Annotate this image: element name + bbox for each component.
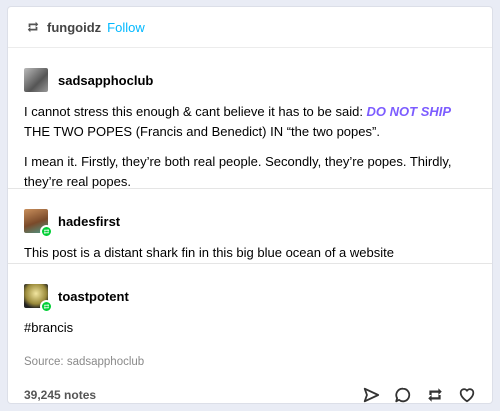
follow-button[interactable]: Follow xyxy=(107,20,145,35)
avatar[interactable] xyxy=(24,284,53,313)
like-icon[interactable] xyxy=(458,386,476,403)
reblog-action-icon[interactable] xyxy=(426,386,444,403)
reblog-entry: sadsapphoclub I cannot stress this enoug… xyxy=(8,48,492,189)
entry-text: I cannot stress this enough & cant belie… xyxy=(24,102,476,142)
reblog-badge-icon xyxy=(40,300,53,313)
share-icon[interactable] xyxy=(362,386,380,403)
action-bar xyxy=(362,386,476,403)
entry-username[interactable]: sadsapphoclub xyxy=(58,73,153,88)
source-link[interactable]: Source: sadsapphoclub xyxy=(24,356,476,368)
post-footer: 39,245 notes xyxy=(24,386,476,403)
header-username[interactable]: fungoidz xyxy=(47,20,101,35)
reblog-entry: toastpotent #brancis Source: sadsapphocl… xyxy=(8,264,492,403)
text-segment: I cannot stress this enough & cant belie… xyxy=(24,104,367,119)
reblog-icon xyxy=(27,21,39,33)
notes-count[interactable]: 39,245 notes xyxy=(24,388,96,402)
entry-username[interactable]: hadesfirst xyxy=(58,214,120,229)
entry-username[interactable]: toastpotent xyxy=(58,289,129,304)
entry-text: This post is a distant shark fin in this… xyxy=(24,245,394,260)
post-card: fungoidz Follow sadsapphoclub I cannot s… xyxy=(8,7,492,403)
emphasis-text: DO NOT SHIP xyxy=(366,104,452,119)
reblog-badge-icon xyxy=(40,225,53,238)
avatar[interactable] xyxy=(24,68,48,92)
reblog-entry: hadesfirst This post is a distant shark … xyxy=(8,189,492,264)
text-segment: THE TWO POPES (Francis and Benedict) IN … xyxy=(24,124,380,139)
avatar[interactable] xyxy=(24,209,53,238)
post-header: fungoidz Follow xyxy=(8,7,492,48)
entry-text: #brancis xyxy=(24,320,74,335)
entry-text: I mean it. Firstly, they’re both real pe… xyxy=(24,154,452,189)
reply-icon[interactable] xyxy=(394,386,412,403)
